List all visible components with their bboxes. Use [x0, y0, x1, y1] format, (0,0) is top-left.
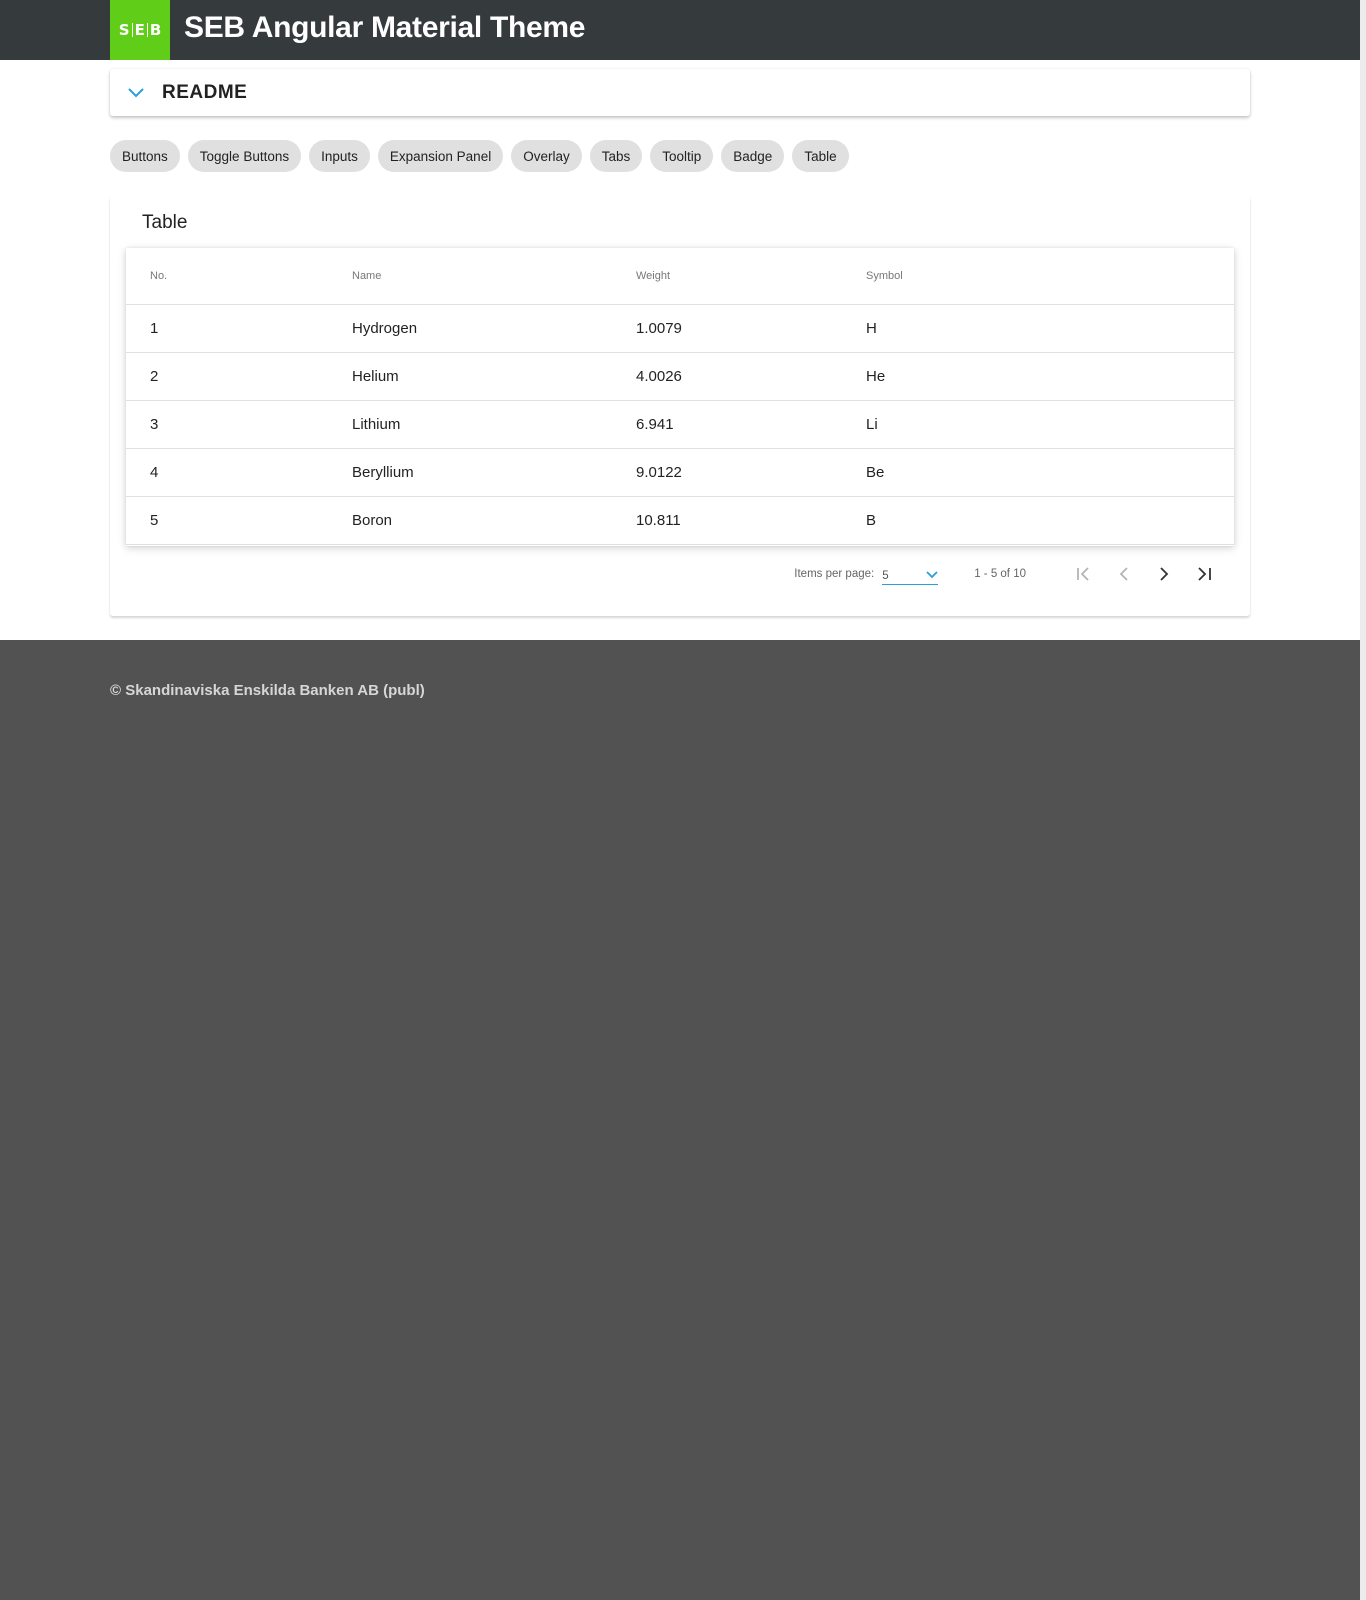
page-size-select[interactable]: 5 — [882, 563, 939, 585]
chip-inputs[interactable]: Inputs — [309, 140, 370, 172]
cell-no: 3 — [126, 400, 352, 449]
chip-tabs[interactable]: Tabs — [589, 140, 643, 172]
cell-no: 1 — [126, 304, 352, 353]
data-table-container: No. Name Weight Symbol 1 Hydrogen 1.0079… — [126, 248, 1234, 546]
chip-expansion-panel[interactable]: Expansion Panel — [377, 140, 504, 172]
items-per-page-label: Items per page: — [794, 568, 875, 580]
data-table: No. Name Weight Symbol 1 Hydrogen 1.0079… — [126, 248, 1234, 545]
cell-symbol: H — [866, 304, 1234, 353]
cell-symbol: He — [866, 352, 1234, 401]
app-header: SEB SEB Angular Material Theme — [0, 0, 1360, 60]
cell-weight: 10.811 — [636, 496, 866, 545]
seb-logo-divider — [146, 23, 148, 37]
seb-logo-letter-s: S — [118, 21, 130, 39]
cell-name: Lithium — [352, 400, 636, 449]
chevron-down-icon[interactable] — [110, 69, 162, 116]
table-paginator: Items per page: 5 1 - 5 of 10 — [126, 546, 1234, 602]
chip-table[interactable]: Table — [792, 140, 849, 172]
page-scrollbar[interactable] — [1360, 0, 1366, 1600]
table-row: 5 Boron 10.811 B — [126, 496, 1234, 545]
column-header-weight: Weight — [636, 248, 866, 305]
seb-logo-divider — [131, 23, 133, 37]
last-page-icon — [1198, 567, 1211, 581]
chip-toggle-buttons[interactable]: Toggle Buttons — [187, 140, 302, 172]
column-header-no: No. — [126, 248, 352, 305]
page-range-label: 1 - 5 of 10 — [974, 568, 1026, 580]
app-title: SEB Angular Material Theme — [184, 11, 586, 44]
cell-weight: 4.0026 — [636, 352, 866, 401]
seb-logo-letter-b: B — [149, 21, 162, 39]
chevron-right-icon — [1160, 567, 1169, 581]
cell-symbol: B — [866, 496, 1234, 545]
component-nav-chips: Buttons Toggle Buttons Inputs Expansion … — [110, 140, 849, 172]
cell-weight: 6.941 — [636, 400, 866, 449]
cell-name: Boron — [352, 496, 636, 545]
table-header-row: No. Name Weight Symbol — [126, 248, 1234, 305]
column-header-symbol: Symbol — [866, 248, 1234, 305]
cell-symbol: Li — [866, 400, 1234, 449]
cell-no: 4 — [126, 448, 352, 497]
page-size-value: 5 — [882, 569, 889, 582]
chevron-left-icon — [1119, 567, 1128, 581]
pagination-buttons — [1064, 554, 1224, 594]
seb-logo-letter-e: E — [134, 21, 145, 39]
cell-name: Hydrogen — [352, 304, 636, 353]
cell-symbol: Be — [866, 448, 1234, 497]
readme-title: README — [162, 81, 248, 103]
cell-name: Helium — [352, 352, 636, 401]
chip-overlay[interactable]: Overlay — [511, 140, 582, 172]
cell-name: Beryllium — [352, 448, 636, 497]
readme-expansion-panel[interactable]: README — [110, 69, 1250, 116]
cell-no: 2 — [126, 352, 352, 401]
cell-no: 5 — [126, 496, 352, 545]
table-row: 4 Beryllium 9.0122 Be — [126, 448, 1234, 497]
chip-badge[interactable]: Badge — [721, 140, 785, 172]
footer-copyright: © Skandinaviska Enskilda Banken AB (publ… — [110, 682, 425, 699]
table-row: 3 Lithium 6.941 Li — [126, 400, 1234, 449]
column-header-name: Name — [352, 248, 636, 305]
chevron-down-icon — [926, 570, 938, 582]
cell-weight: 1.0079 — [636, 304, 866, 353]
chip-buttons[interactable]: Buttons — [110, 140, 180, 172]
table-row: 2 Helium 4.0026 He — [126, 352, 1234, 401]
section-title: Table — [142, 212, 188, 233]
first-page-button[interactable] — [1064, 554, 1104, 594]
previous-page-button[interactable] — [1104, 554, 1144, 594]
seb-logo[interactable]: SEB — [110, 0, 170, 60]
last-page-button[interactable] — [1184, 554, 1224, 594]
chip-tooltip[interactable]: Tooltip — [650, 140, 714, 172]
next-page-button[interactable] — [1144, 554, 1184, 594]
table-row: 1 Hydrogen 1.0079 H — [126, 304, 1234, 353]
table-card: Table No. Name Weight Symbol 1 Hydrogen … — [110, 196, 1250, 616]
first-page-icon — [1077, 567, 1089, 581]
cell-weight: 9.0122 — [636, 448, 866, 497]
